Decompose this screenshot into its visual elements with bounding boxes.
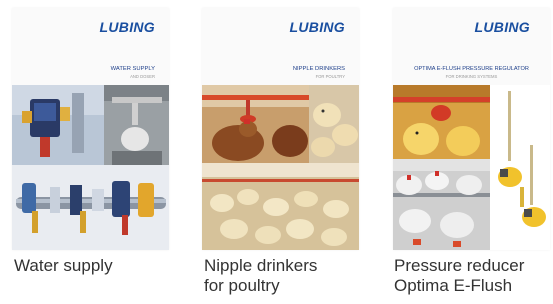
lubing-logo: LUBING — [289, 19, 345, 35]
card-subheading: FOR DRINKING SYSTEMS — [445, 74, 498, 79]
pressure-regulator-photo — [490, 85, 550, 250]
broilers-line-photo — [393, 159, 490, 250]
caption-optima-e-flush[interactable]: Pressure reducer Optima E-Flush — [394, 256, 524, 296]
pipe-manifold-photo — [12, 165, 169, 250]
caption-nipple-drinkers[interactable]: Nipple drinkers for poultry — [204, 256, 317, 296]
caption-line: Optima E-Flush — [394, 276, 513, 295]
caption-water-supply[interactable]: Water supply — [14, 256, 113, 276]
doser-photo — [12, 85, 104, 165]
lubing-logo: LUBING — [474, 19, 530, 35]
card-heading: NIPPLE DRINKERS — [292, 66, 345, 72]
caption-line: Pressure reducer — [394, 256, 525, 275]
chick-drinking-photo — [393, 85, 490, 159]
card-heading: OPTIMA E-FLUSH PRESSURE REGULATOR — [414, 66, 529, 72]
catalog-card-water-supply[interactable]: LUBING WATER SUPPLY AND DOSER — [12, 8, 169, 250]
card-heading: WATER SUPPLY — [110, 66, 155, 72]
caption-line: Water supply — [14, 256, 113, 275]
lubing-logo: LUBING — [99, 19, 155, 35]
water-tank-photo — [104, 85, 169, 165]
catalog-card-optima-e-flush[interactable]: LUBING OPTIMA E-FLUSH PRESSURE REGULATOR… — [393, 8, 550, 250]
catalog-card-nipple-drinkers[interactable]: LUBING NIPPLE DRINKERS FOR POULTRY — [202, 8, 359, 250]
caption-line: Nipple drinkers — [204, 256, 318, 275]
card-subheading: AND DOSER — [130, 74, 155, 79]
chicks-photo — [309, 85, 359, 163]
caption-line: for poultry — [204, 276, 280, 295]
poultry-house-photo — [202, 163, 359, 250]
card-subheading: FOR POULTRY — [315, 74, 345, 79]
hen-drinking-photo — [202, 85, 309, 163]
